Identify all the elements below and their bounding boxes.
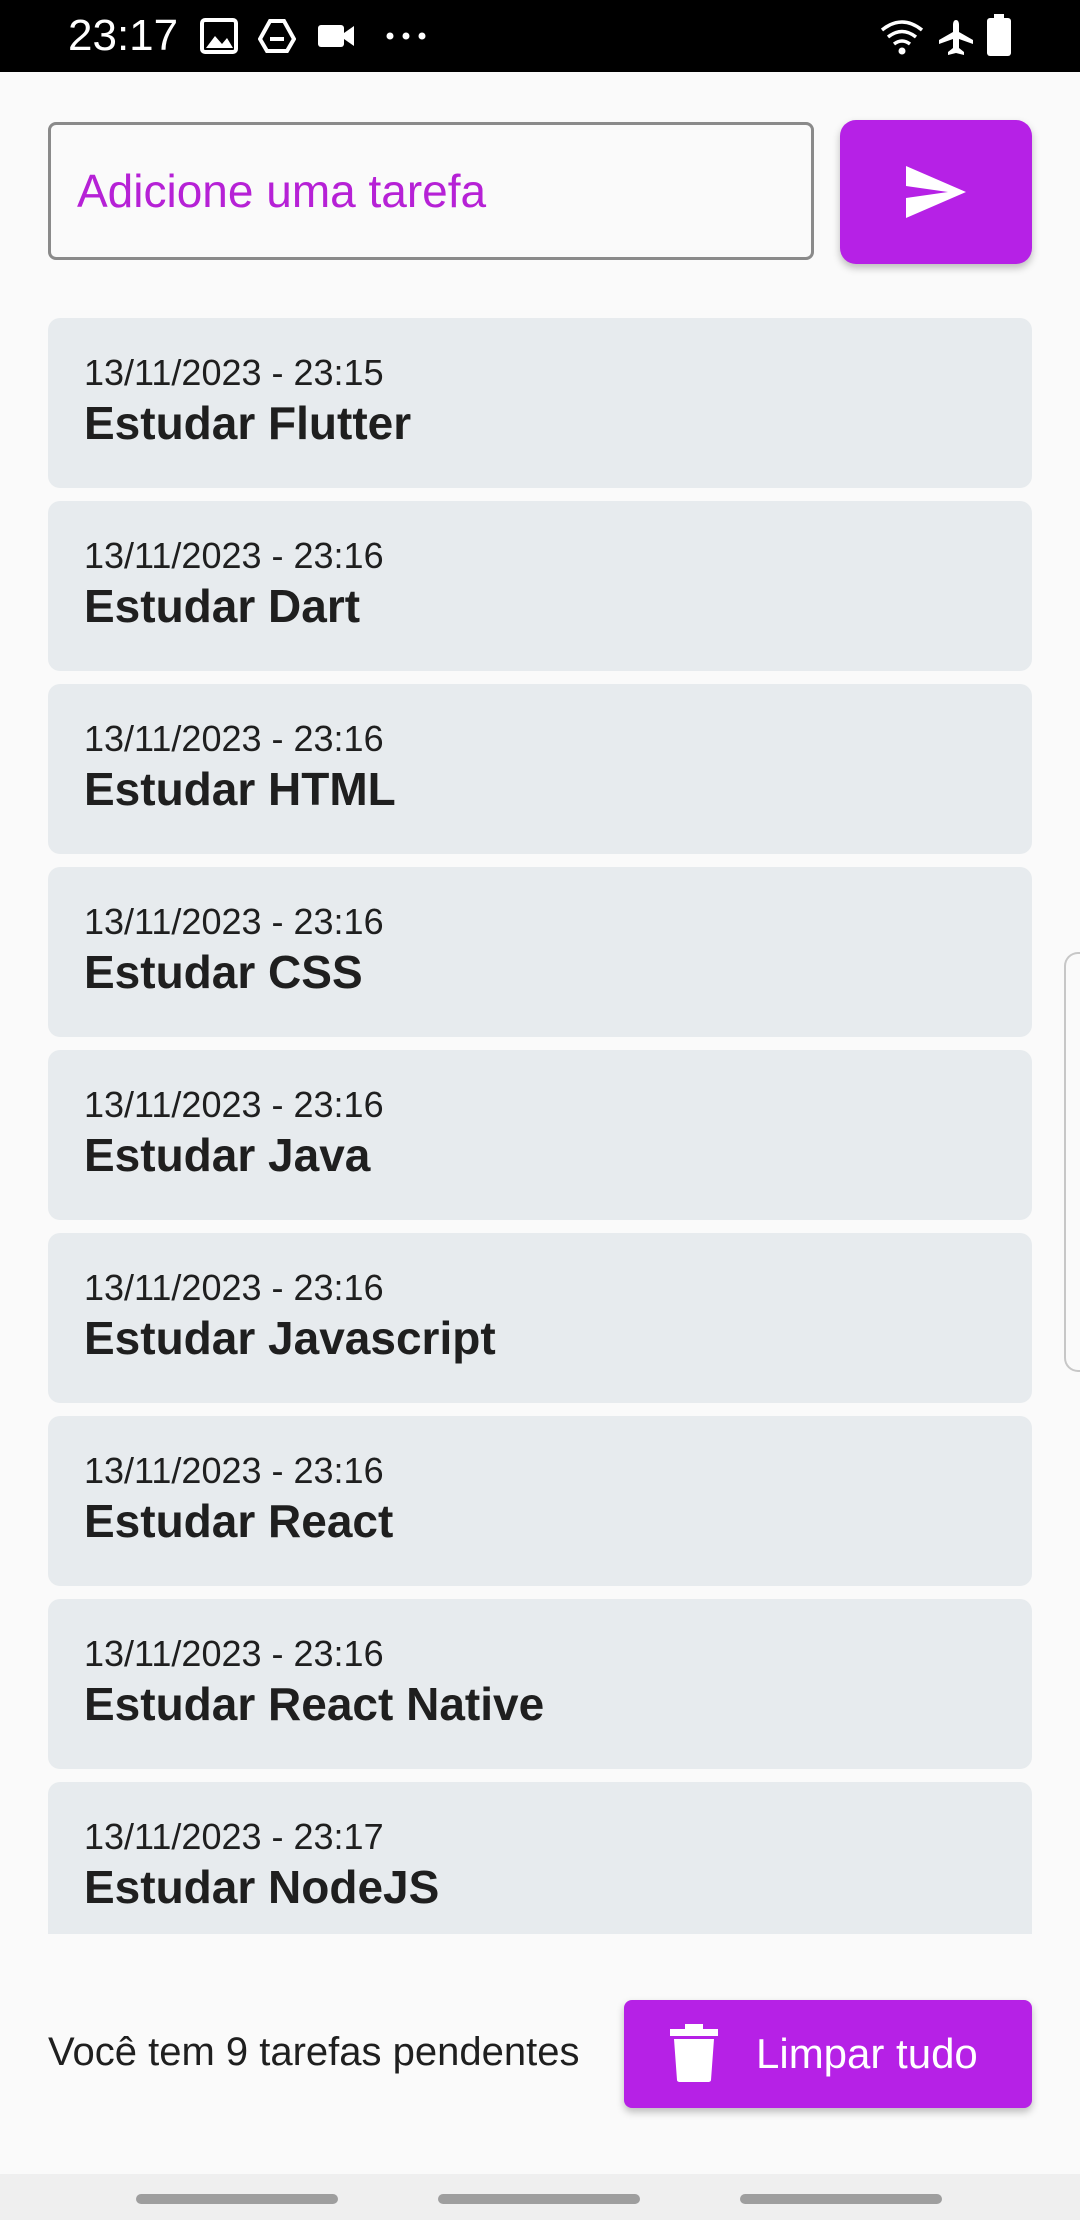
task-title: Estudar NodeJS (84, 1861, 440, 1913)
airplane-icon (939, 20, 973, 55)
task-date: 13/11/2023 - 23:16 (84, 535, 384, 576)
task-input[interactable] (48, 122, 814, 260)
task-item[interactable]: 13/11/2023 - 23:16 Estudar CSS (48, 867, 1032, 1037)
system-nav-bar (0, 2174, 1080, 2220)
task-item[interactable]: 13/11/2023 - 23:16 Estudar HTML (48, 684, 1032, 854)
task-date: 13/11/2023 - 23:16 (84, 1450, 384, 1491)
clear-all-label: Limpar tudo (756, 2030, 978, 2077)
task-item[interactable]: 13/11/2023 - 23:16 Estudar React Native (48, 1599, 1032, 1769)
task-item[interactable]: 13/11/2023 - 23:15 Estudar Flutter (48, 318, 1032, 488)
task-title: Estudar HTML (84, 763, 396, 815)
task-title: Estudar React (84, 1495, 394, 1547)
task-date: 13/11/2023 - 23:16 (84, 1084, 384, 1125)
task-item[interactable]: 13/11/2023 - 23:16 Estudar Javascript (48, 1233, 1032, 1403)
task-title: Estudar Java (84, 1129, 371, 1181)
pending-count-text: Você tem 9 tarefas pendentes (48, 2030, 580, 2074)
image-icon (200, 18, 238, 54)
footer: Você tem 9 tarefas pendentes Limpar tudo (48, 2000, 1032, 2110)
nav-recents[interactable] (136, 2194, 338, 2204)
task-date: 13/11/2023 - 23:16 (84, 718, 384, 759)
task-date: 13/11/2023 - 23:15 (84, 352, 384, 393)
edge-panel-handle[interactable] (1064, 952, 1080, 1372)
task-date: 13/11/2023 - 23:17 (84, 1816, 384, 1857)
task-item[interactable]: 13/11/2023 - 23:17 Estudar NodeJS (48, 1782, 1032, 1934)
drive-icon (258, 19, 296, 53)
video-icon (318, 25, 354, 47)
main-content: 13/11/2023 - 23:15 Estudar Flutter 13/11… (0, 72, 1080, 2174)
task-item[interactable]: 13/11/2023 - 23:16 Estudar Dart (48, 501, 1032, 671)
status-time: 23:17 (68, 11, 179, 60)
task-item[interactable]: 13/11/2023 - 23:16 Estudar Java (48, 1050, 1032, 1220)
nav-back[interactable] (740, 2194, 942, 2204)
battery-icon (987, 14, 1011, 56)
task-list: 13/11/2023 - 23:15 Estudar Flutter 13/11… (48, 318, 1032, 1934)
task-title: Estudar Dart (84, 580, 361, 632)
send-icon (906, 166, 966, 218)
task-date: 13/11/2023 - 23:16 (84, 901, 384, 942)
task-title: Estudar React Native (84, 1678, 545, 1730)
clear-all-button[interactable]: Limpar tudo (624, 2000, 1032, 2108)
task-title: Estudar Javascript (84, 1312, 496, 1364)
task-date: 13/11/2023 - 23:16 (84, 1633, 384, 1674)
wifi-icon (880, 20, 924, 55)
task-item[interactable]: 13/11/2023 - 23:16 Estudar React (48, 1416, 1032, 1586)
task-title: Estudar Flutter (84, 397, 412, 449)
task-title: Estudar CSS (84, 946, 363, 998)
trash-icon (670, 2024, 718, 2082)
nav-home[interactable] (438, 2194, 640, 2204)
more-dots-icon (386, 32, 426, 40)
add-task-row (48, 120, 1032, 264)
send-button[interactable] (840, 120, 1032, 264)
status-bar: 23:17 (0, 0, 1080, 72)
task-date: 13/11/2023 - 23:16 (84, 1267, 384, 1308)
